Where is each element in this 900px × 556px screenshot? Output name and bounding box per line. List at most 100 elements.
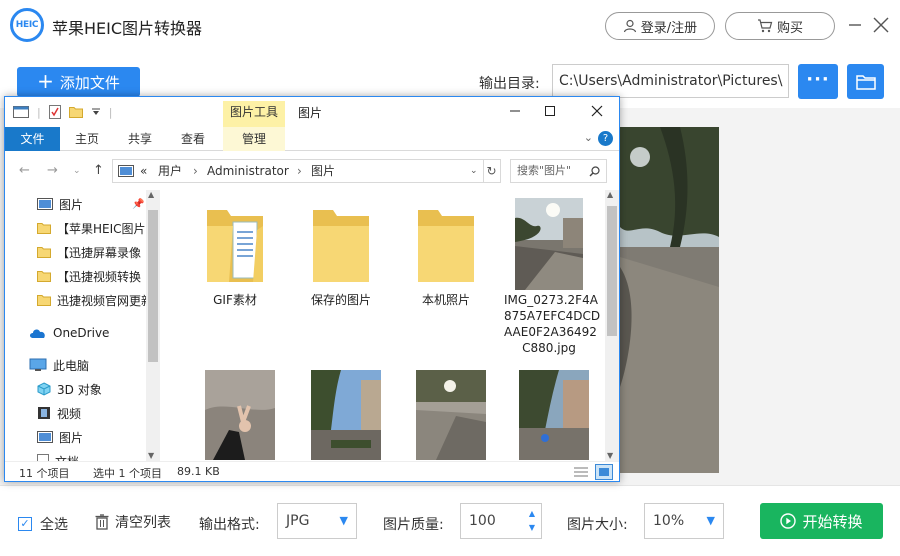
nav-item-pictures-pinned[interactable]: 图片 📌	[37, 194, 144, 214]
details-view-icon[interactable]	[573, 465, 589, 479]
explorer-status-bar: 11 个项目 选中 1 个项目 89.1 KB	[5, 461, 619, 481]
file-name-line: AAE0F2A36492	[504, 325, 597, 339]
recent-locations-icon[interactable]: ⌄	[73, 166, 81, 176]
file-item-saved-pictures-folder[interactable]: 保存的图片	[296, 196, 386, 308]
start-convert-button[interactable]: 开始转换	[760, 503, 883, 539]
pin-icon: 📌	[132, 198, 145, 210]
more-options-button[interactable]: ···	[798, 64, 838, 99]
app-logo: HEIC	[10, 8, 44, 42]
large-icons-view-icon[interactable]	[595, 464, 613, 480]
explorer-maximize-button[interactable]	[538, 100, 562, 122]
pictures-library-icon	[37, 431, 53, 443]
folder-icon	[855, 74, 876, 90]
photo-thumbnail-image	[416, 370, 486, 460]
nav-item-screen-recorder-folder[interactable]: 【迅捷屏幕录像	[37, 242, 141, 262]
selected-size: 89.1 KB	[177, 465, 220, 478]
preview-photo	[620, 127, 719, 473]
format-select[interactable]: JPG ▼	[277, 503, 357, 539]
file-name-line: IMG_0273.2F4A	[504, 293, 598, 307]
photo-thumbnail[interactable]	[504, 370, 594, 462]
folder-icon	[401, 196, 491, 292]
size-select[interactable]: 10% ▼	[644, 503, 724, 539]
breadcrumb-pictures[interactable]: 图片	[311, 160, 335, 182]
nav-item-heic-folder[interactable]: 【苹果HEIC图片	[37, 218, 146, 238]
app-title: 苹果HEIC图片转换器	[52, 19, 203, 38]
scroll-up-icon[interactable]: ▲	[607, 190, 613, 199]
file-item-gif-folder[interactable]: GIF素材	[190, 196, 280, 308]
photo-thumbnail[interactable]	[296, 370, 386, 462]
quality-stepper[interactable]: 100 ▲ ▼	[460, 503, 542, 539]
nav-item-video-site-folder[interactable]: 迅捷视频官网更新	[37, 290, 153, 310]
play-circle-icon	[780, 513, 797, 529]
properties-icon[interactable]	[48, 105, 61, 119]
tab-home[interactable]: 主页	[75, 127, 99, 151]
nav-item-this-pc[interactable]: 此电脑	[29, 355, 89, 375]
address-bar[interactable]: « 用户 › Administrator › 图片 ⌄	[112, 159, 484, 183]
breadcrumb-users[interactable]: 用户	[158, 160, 182, 182]
up-arrow-icon[interactable]: ↑	[93, 163, 104, 178]
nav-item-videos[interactable]: 视频	[37, 403, 81, 423]
chevron-down-icon[interactable]: ⌄	[470, 160, 478, 182]
stepper-arrows-icon[interactable]: ▲ ▼	[527, 507, 537, 535]
checkmark-icon: ✓	[18, 517, 32, 531]
close-icon	[591, 105, 603, 117]
output-dir-field[interactable]: C:\Users\Administrator\Pictures\	[552, 64, 789, 98]
file-item-camera-roll-folder[interactable]: 本机照片	[401, 196, 491, 308]
nav-item-3d-objects[interactable]: 3D 对象	[37, 379, 102, 399]
photo-thumbnail[interactable]	[401, 370, 491, 462]
picture-tools-tab: 图片工具	[223, 101, 285, 127]
bottom-bar: ✓ 全选 清空列表 输出格式: JPG ▼ 图片质量: 100 ▲ ▼ 图片大小:…	[0, 485, 900, 556]
tab-manage[interactable]: 管理	[223, 127, 285, 151]
open-folder-button[interactable]	[847, 64, 884, 99]
nav-item-video-converter-folder[interactable]: 【迅捷视频转换	[37, 266, 141, 286]
selected-count: 选中 1 个项目	[93, 467, 162, 480]
file-item-img-0273[interactable]: IMG_0273.2F4A 875A7EFC4DCD AAE0F2A36492 …	[504, 196, 600, 356]
tab-file[interactable]: 文件	[5, 127, 60, 151]
pictures-location-icon	[118, 165, 134, 177]
explorer-close-button[interactable]	[585, 100, 609, 122]
nav-scrollbar[interactable]: ▲ ▼	[146, 190, 160, 462]
file-grid-scrollbar[interactable]: ▲ ▼	[605, 190, 619, 462]
close-icon	[873, 17, 889, 33]
cloud-icon	[30, 329, 45, 338]
breadcrumb-prefix: «	[140, 164, 148, 178]
nav-item-label: 【迅捷屏幕录像	[57, 245, 142, 260]
chevron-down-icon[interactable]: ⌄	[584, 131, 593, 144]
explorer-minimize-button[interactable]	[503, 100, 527, 122]
select-all-checkbox[interactable]: ✓ 全选	[18, 514, 68, 534]
back-arrow-icon[interactable]: ←	[19, 163, 30, 178]
cube-icon	[37, 382, 51, 396]
nav-item-label: 图片	[59, 197, 84, 212]
customize-arrow-icon[interactable]	[91, 107, 101, 117]
buy-button[interactable]: 购买	[725, 12, 835, 40]
file-name: GIF素材	[213, 293, 257, 307]
folder-icon	[37, 223, 51, 234]
minimize-button[interactable]	[845, 14, 865, 36]
trash-icon	[95, 514, 109, 530]
add-file-button[interactable]: + 添加文件	[17, 67, 140, 97]
scrollbar-thumb[interactable]	[148, 210, 158, 362]
new-folder-icon[interactable]	[68, 106, 83, 118]
scroll-up-icon[interactable]: ▲	[148, 190, 154, 199]
nav-item-onedrive[interactable]: OneDrive	[29, 323, 109, 343]
tab-view[interactable]: 查看	[181, 127, 205, 151]
nav-item-pictures[interactable]: 图片	[37, 427, 83, 447]
scroll-down-icon[interactable]: ▼	[607, 451, 613, 460]
clear-list-button[interactable]: 清空列表	[95, 512, 171, 532]
file-grid: GIF素材 保存的图片 本机照片 IMG_0273.2F4A 875A7EFC4…	[160, 190, 619, 462]
search-input[interactable]: 搜索"图片"	[510, 159, 607, 183]
forward-arrow-icon[interactable]: →	[47, 163, 58, 178]
refresh-button[interactable]: ↻	[483, 159, 501, 183]
tab-share[interactable]: 共享	[128, 127, 152, 151]
explorer-title: 图片	[298, 106, 323, 120]
scrollbar-thumb[interactable]	[607, 206, 617, 336]
close-button[interactable]	[871, 14, 891, 36]
breadcrumb-administrator[interactable]: Administrator	[207, 160, 289, 182]
explorer-titlebar: | | 图片工具 图片	[5, 97, 619, 127]
user-icon	[623, 19, 636, 33]
photo-thumbnail	[504, 196, 594, 292]
photo-thumbnail[interactable]	[190, 370, 280, 462]
scroll-down-icon[interactable]: ▼	[148, 451, 154, 460]
help-icon[interactable]: ?	[598, 131, 613, 146]
login-button[interactable]: 登录/注册	[605, 12, 715, 40]
